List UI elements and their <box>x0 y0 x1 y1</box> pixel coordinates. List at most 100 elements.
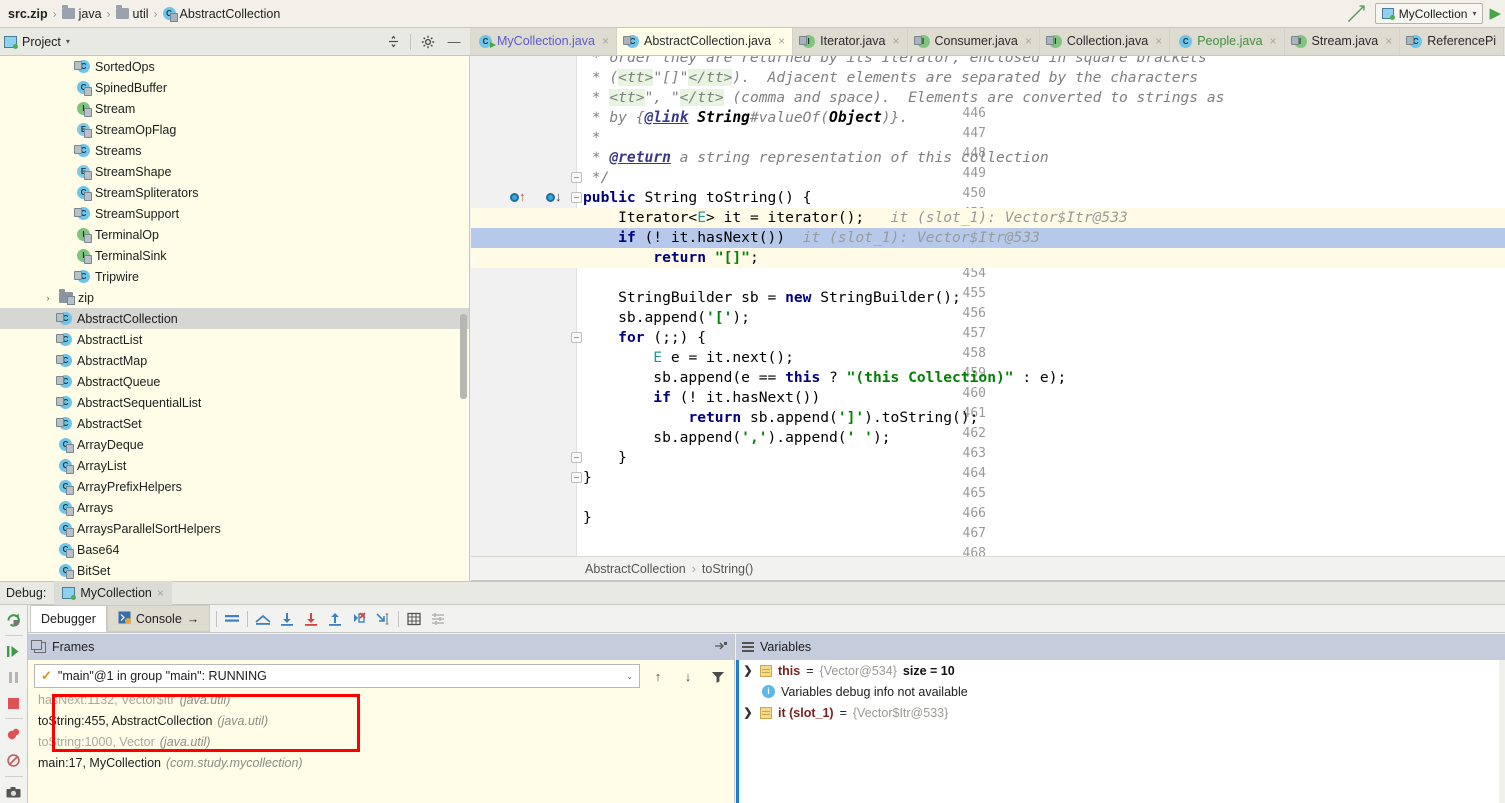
tree-item[interactable]: CStreamSupport <box>0 203 469 224</box>
code-line[interactable] <box>578 488 1505 508</box>
minimize-icon[interactable]: — <box>442 31 466 53</box>
expand-chevron-icon[interactable]: ❯ <box>742 706 754 719</box>
breadcrumb-item-srczip[interactable]: src.zip <box>4 7 52 21</box>
breadcrumb-item-java[interactable]: java <box>58 7 106 21</box>
tree-item[interactable]: CArrayList <box>0 455 469 476</box>
tree-item[interactable]: CArrayDeque <box>0 434 469 455</box>
breadcrumb-item-util[interactable]: util <box>112 7 153 21</box>
tree-item[interactable]: IStream <box>0 98 469 119</box>
view-breakpoints-icon[interactable] <box>3 724 25 745</box>
code-line[interactable]: * <tt>", "</tt> (comma and space). Eleme… <box>578 88 1505 108</box>
move-down-button[interactable]: ↓ <box>676 665 700 687</box>
editor-code-area[interactable]: * order they are returned by its Iterato… <box>578 56 1505 556</box>
project-panel-title[interactable]: Project ▾ <box>4 35 70 49</box>
evaluate-expression-icon[interactable] <box>402 608 426 630</box>
editor-tab-people[interactable]: C People.java × <box>1170 28 1284 55</box>
tree-item[interactable]: ITerminalSink <box>0 245 469 266</box>
code-line[interactable]: for (;;) { <box>578 328 1505 348</box>
frame-row[interactable]: toString:455, AbstractCollection(java.ut… <box>28 710 734 731</box>
step-into-icon[interactable] <box>299 608 323 630</box>
tab-console[interactable]: Console → <box>107 605 210 632</box>
tree-item[interactable]: CStreamSpliterators <box>0 182 469 203</box>
code-editor[interactable]: 4464474484494504514524534544554564574584… <box>471 56 1505 556</box>
implementing-method-icon[interactable]: ↑ <box>510 190 525 205</box>
code-line[interactable]: public String toString() { <box>578 188 1505 208</box>
tree-item[interactable]: EStreamShape <box>0 161 469 182</box>
frame-row[interactable]: hasNext:1132, Vector$Itr(java.util) <box>28 689 734 710</box>
mute-breakpoints-icon[interactable] <box>220 608 244 630</box>
variables-scrollbar[interactable] <box>1499 660 1505 803</box>
frame-row[interactable]: main:17, MyCollection(com.study.mycollec… <box>28 752 734 773</box>
tree-item[interactable]: CAbstractSequentialList <box>0 392 469 413</box>
code-line[interactable]: * <box>578 128 1505 148</box>
tree-item[interactable]: CAbstractList <box>0 329 469 350</box>
close-icon[interactable]: × <box>602 34 609 48</box>
close-icon[interactable]: × <box>778 34 785 48</box>
tree-item[interactable]: CStreams <box>0 140 469 161</box>
close-icon[interactable]: × <box>892 34 899 48</box>
step-out-icon[interactable] <box>323 608 347 630</box>
code-line[interactable]: Iterator<E> it = iterator(); it (slot_1)… <box>578 208 1505 228</box>
step-over-icon[interactable] <box>275 608 299 630</box>
code-fold-toggle[interactable] <box>571 472 582 483</box>
tree-item[interactable]: EStreamOpFlag <box>0 119 469 140</box>
force-step-into-icon[interactable] <box>347 608 371 630</box>
code-fold-toggle[interactable] <box>571 192 582 203</box>
tree-item[interactable]: CAbstractMap <box>0 350 469 371</box>
tree-item[interactable]: CSpinedBuffer <box>0 77 469 98</box>
arrow-up-left-icon[interactable]: ⟶ <box>1342 0 1371 28</box>
stop-icon[interactable] <box>3 693 25 714</box>
editor-tab-referencepipeline[interactable]: C ReferencePi <box>1400 28 1504 55</box>
overridden-method-icon[interactable]: ↓ <box>546 190 561 205</box>
code-line[interactable]: E e = it.next(); <box>578 348 1505 368</box>
code-line[interactable]: * (<tt>"[]"</tt>). Adjacent elements are… <box>578 68 1505 88</box>
code-line[interactable]: * @return a string representation of thi… <box>578 148 1505 168</box>
tree-item[interactable]: ITerminalOp <box>0 224 469 245</box>
pause-program-icon[interactable] <box>3 667 25 688</box>
editor-tab-consumer[interactable]: I Consumer.java × <box>908 28 1040 55</box>
code-line[interactable]: if (! it.hasNext()) it (slot_1): Vector$… <box>578 228 1505 248</box>
tree-item[interactable]: CArraysParallelSortHelpers <box>0 518 469 539</box>
variables-list[interactable]: ❯this={Vector@534}size = 10iVariables de… <box>736 660 1505 723</box>
code-line[interactable]: sb.append('['); <box>578 308 1505 328</box>
code-line[interactable]: } <box>578 448 1505 468</box>
variable-row[interactable]: iVariables debug info not available <box>736 681 1505 702</box>
tree-item[interactable]: CAbstractSet <box>0 413 469 434</box>
editor-tab-stream[interactable]: I Stream.java × <box>1285 28 1401 55</box>
code-line[interactable]: if (! it.hasNext()) <box>578 388 1505 408</box>
resume-program-icon[interactable] <box>3 641 25 662</box>
debug-session-tab[interactable]: MyCollection × <box>54 581 172 605</box>
breadcrumb-class[interactable]: AbstractCollection <box>585 562 686 576</box>
code-line[interactable]: } <box>578 508 1505 528</box>
close-icon[interactable]: × <box>1270 34 1277 48</box>
frame-row[interactable]: toString:1000, Vector(java.util) <box>28 731 734 752</box>
close-icon[interactable]: × <box>157 586 164 600</box>
code-line[interactable]: StringBuilder sb = new StringBuilder(); <box>578 288 1505 308</box>
expand-chevron-icon[interactable]: ❯ <box>742 664 754 677</box>
tree-item[interactable]: CAbstractCollection <box>0 308 469 329</box>
code-line[interactable]: sb.append(e == this ? "(this Collection)… <box>578 368 1505 388</box>
frames-settings-icon[interactable] <box>714 640 728 655</box>
code-line[interactable]: sb.append(',').append(' '); <box>578 428 1505 448</box>
tree-item[interactable]: CAbstractQueue <box>0 371 469 392</box>
editor-tab-mycollection[interactable]: C MyCollection.java × <box>470 28 617 55</box>
code-line[interactable]: */ <box>578 168 1505 188</box>
tab-debugger[interactable]: Debugger <box>30 605 107 632</box>
tree-item[interactable]: CSortedOps <box>0 56 469 77</box>
variable-row[interactable]: ❯it (slot_1)={Vector$Itr@533} <box>736 702 1505 723</box>
tree-item[interactable]: ›zip <box>0 287 469 308</box>
editor-tab-abstractcollection[interactable]: C AbstractCollection.java × <box>617 28 793 55</box>
code-line[interactable]: * by {@link String#valueOf(Object)}. <box>578 108 1505 128</box>
gear-icon[interactable] <box>416 31 440 53</box>
filter-icon[interactable] <box>706 665 730 687</box>
editor-tab-iterator[interactable]: I Iterator.java × <box>793 28 907 55</box>
breadcrumb-method[interactable]: toString() <box>702 562 753 576</box>
chevron-right-icon[interactable]: › <box>42 293 54 303</box>
project-tree-scrollbar[interactable] <box>460 314 467 399</box>
collapse-all-icon[interactable] <box>381 31 405 53</box>
code-line[interactable] <box>578 528 1505 548</box>
close-icon[interactable]: × <box>1025 34 1032 48</box>
code-line[interactable]: * order they are returned by its Iterato… <box>578 56 1505 68</box>
frames-list[interactable]: hasNext:1132, Vector$Itr(java.util)toStr… <box>28 689 734 773</box>
project-tree[interactable]: CSortedOpsCSpinedBufferIStreamEStreamOpF… <box>0 56 470 581</box>
